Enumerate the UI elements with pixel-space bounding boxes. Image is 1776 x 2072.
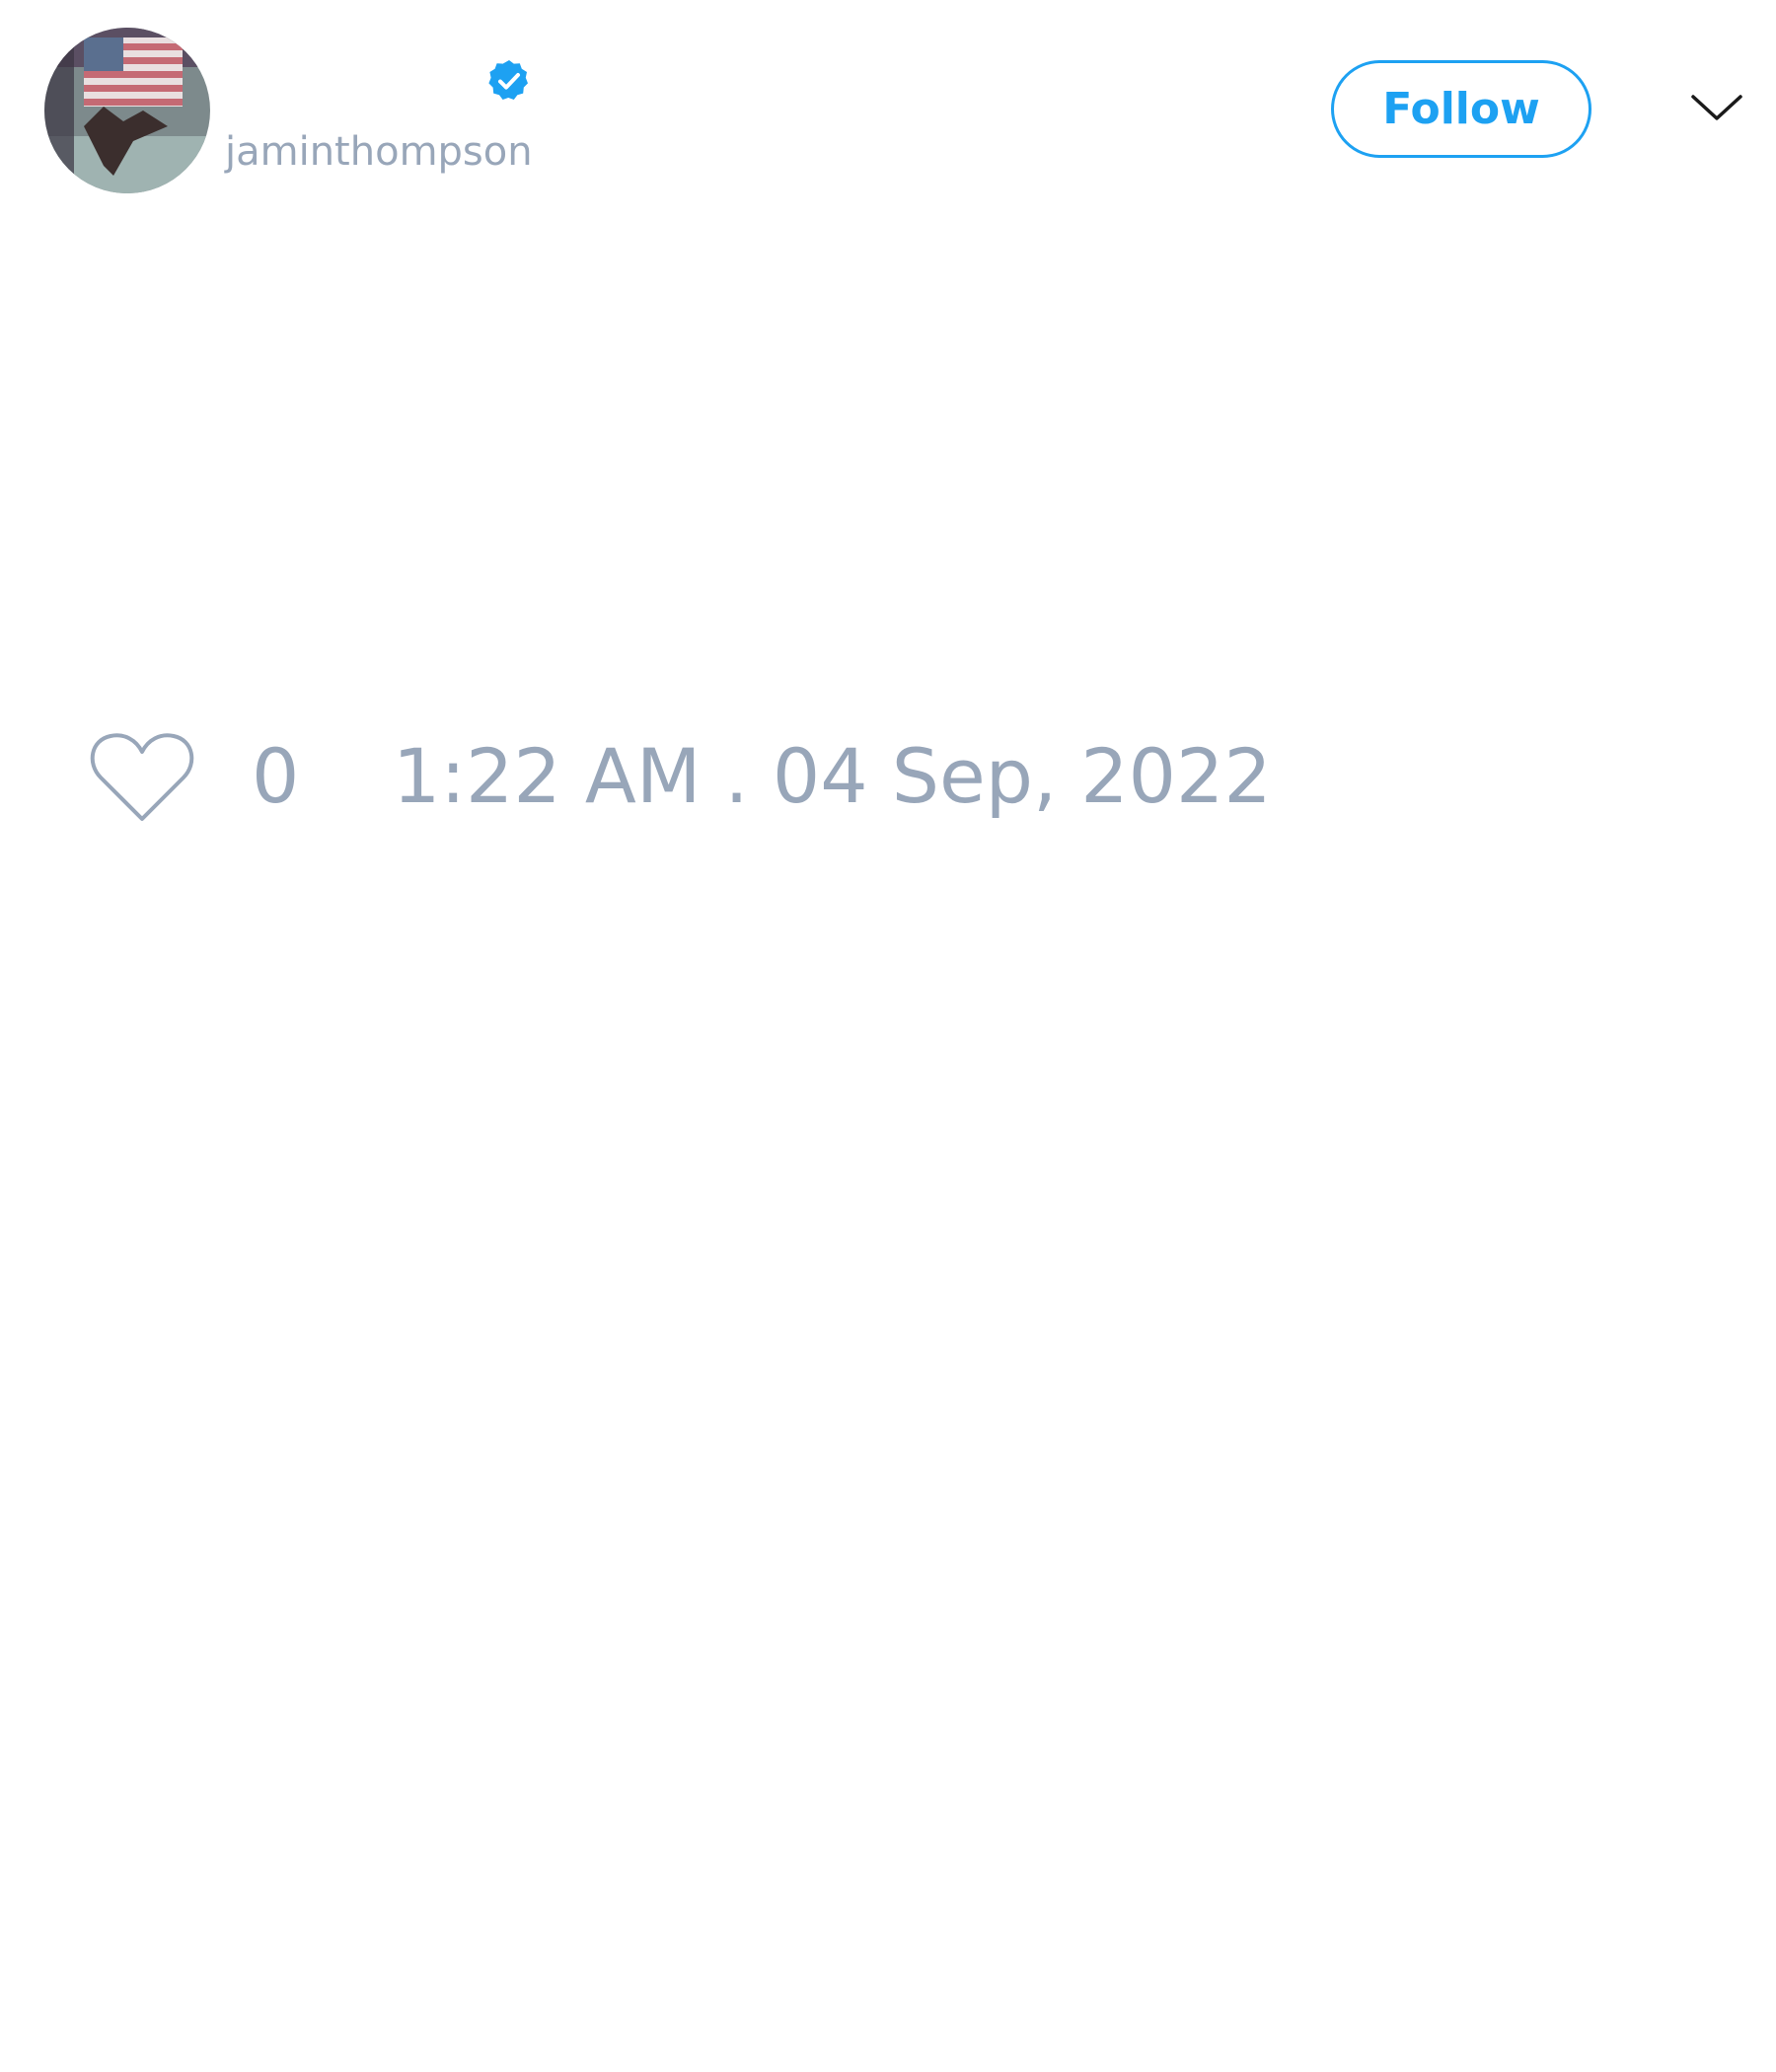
verified-badge-icon xyxy=(488,60,528,100)
like-count: 0 xyxy=(252,732,300,820)
avatar[interactable] xyxy=(44,28,210,193)
follow-button[interactable]: Follow xyxy=(1331,60,1591,158)
username[interactable]: jaminthompson xyxy=(225,124,533,180)
heart-icon[interactable] xyxy=(89,730,195,825)
tweet-timestamp[interactable]: 1:22 AM . 04 Sep, 2022 xyxy=(393,732,1272,821)
chevron-down-icon[interactable] xyxy=(1689,87,1744,126)
avatar-image xyxy=(44,28,210,193)
